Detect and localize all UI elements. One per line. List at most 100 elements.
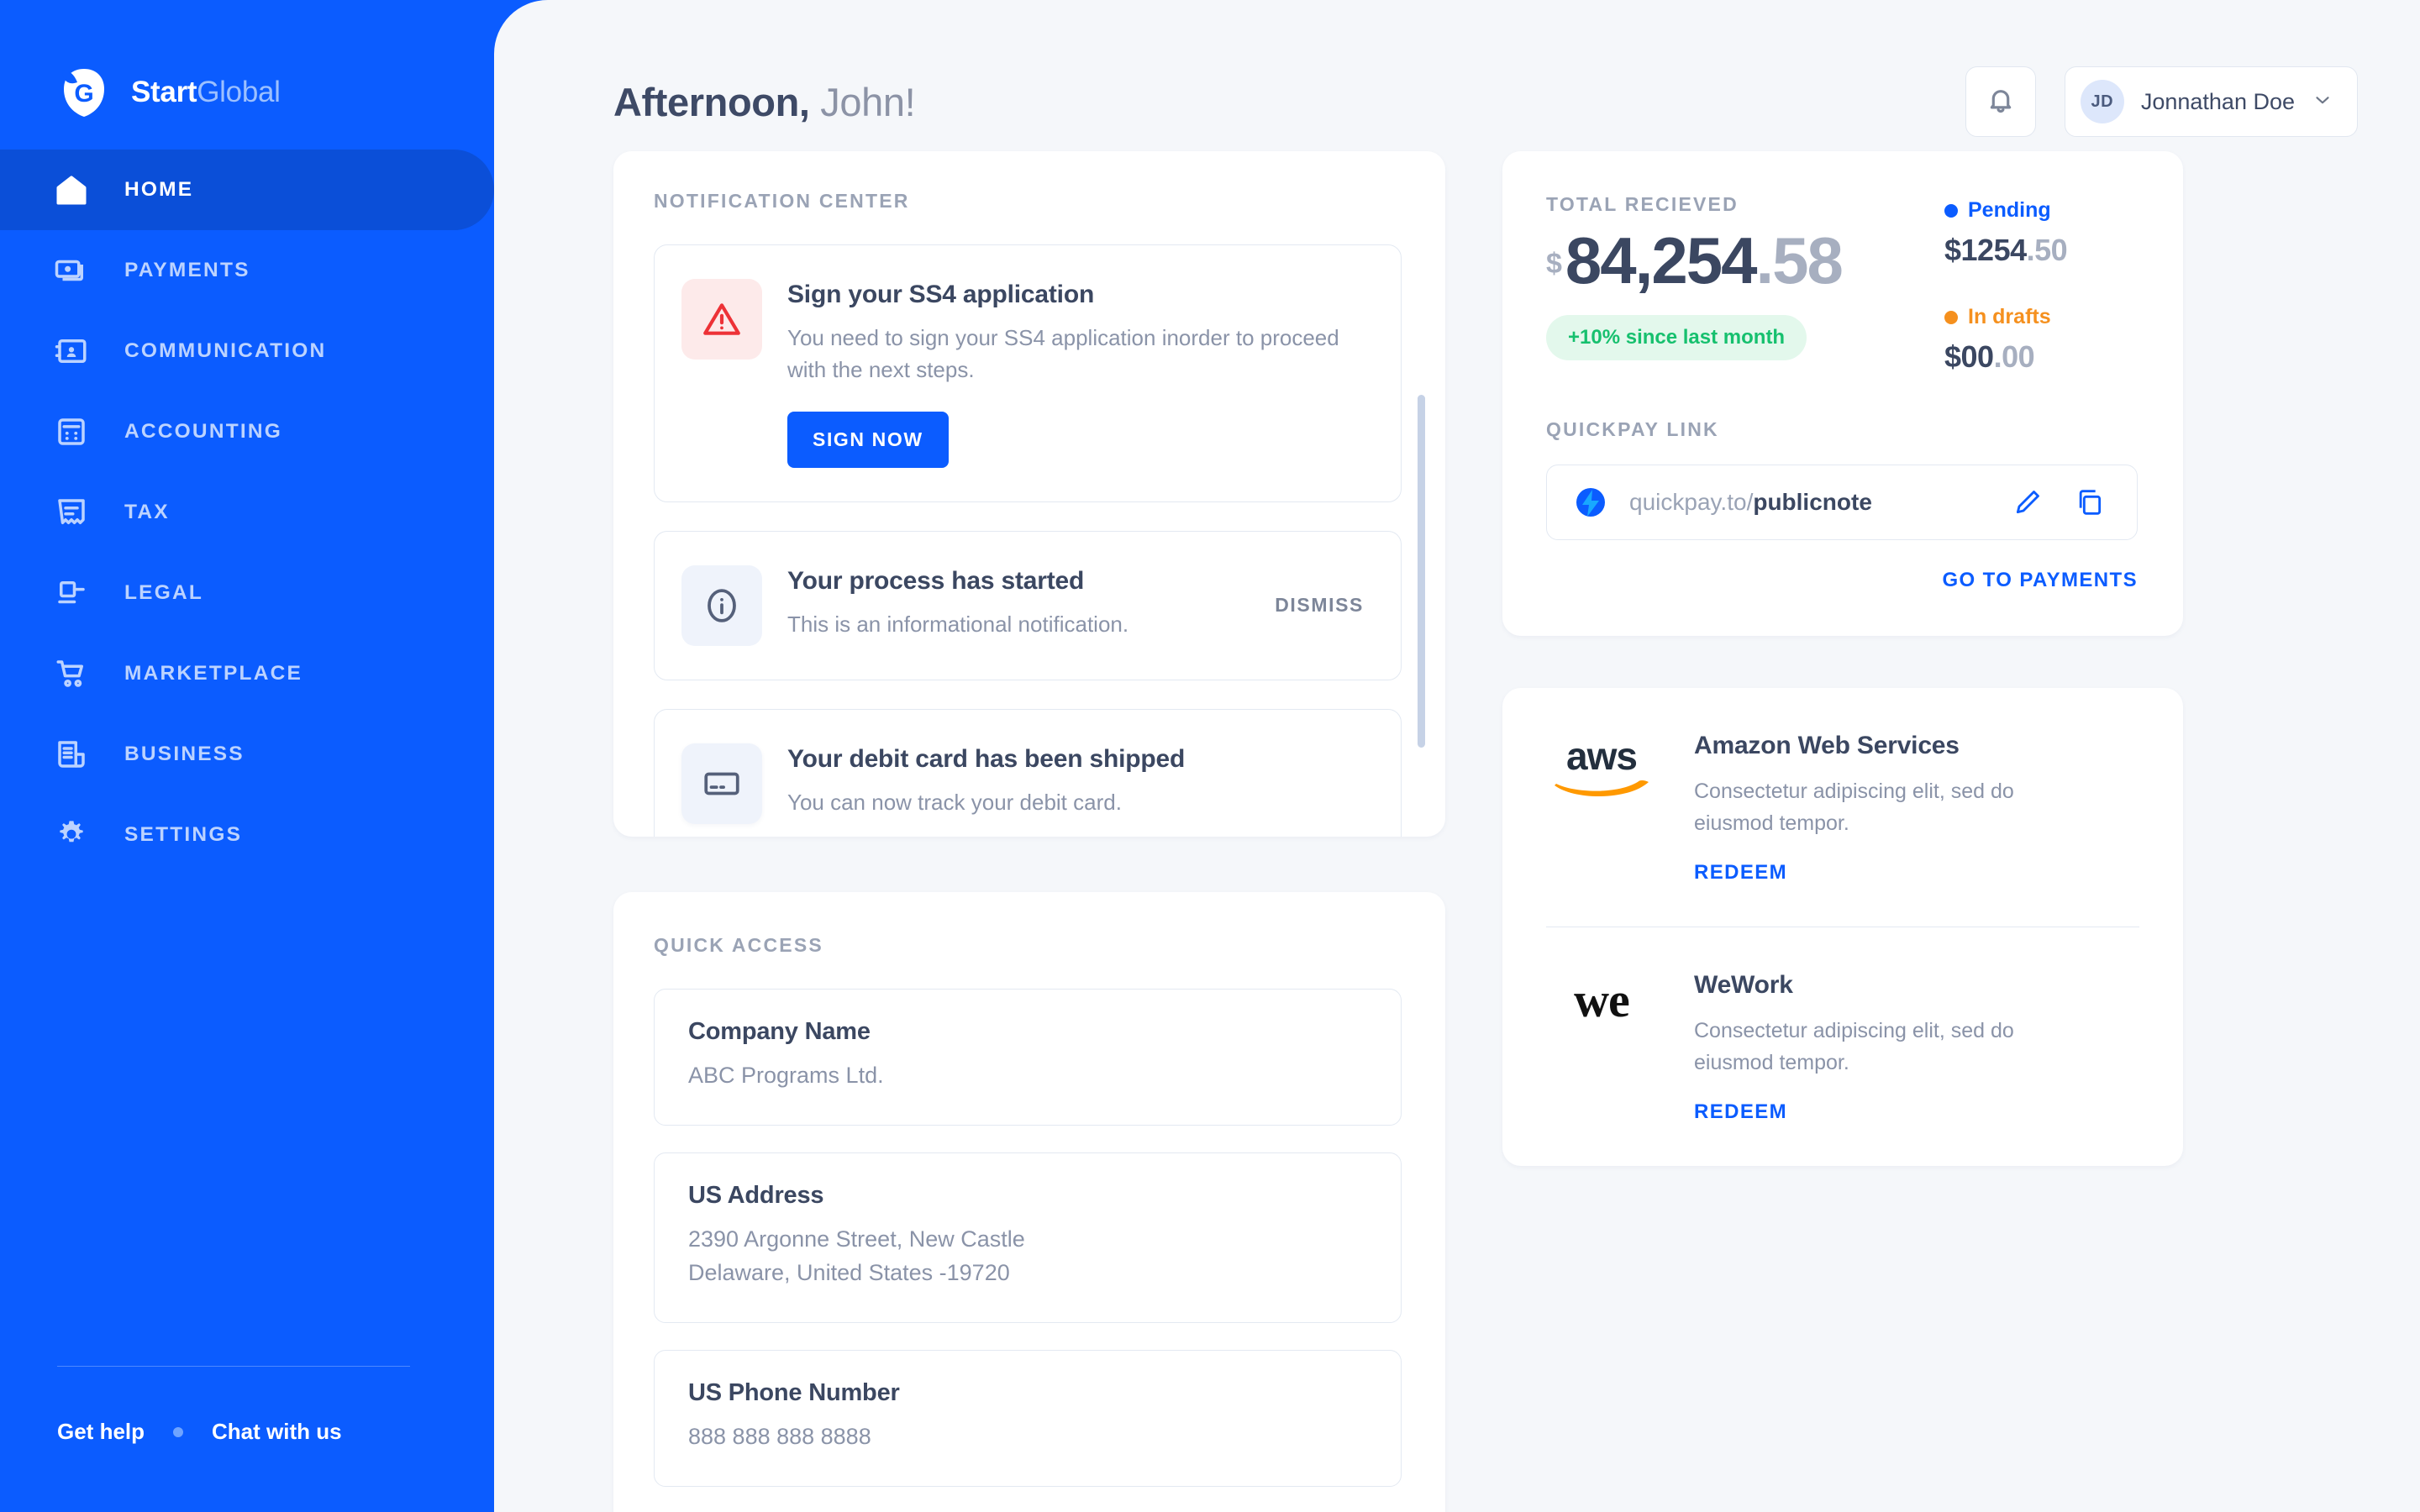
receipt-icon (52, 493, 91, 532)
quickpay-link-field[interactable]: quickpay.to/publicnote (1546, 465, 2138, 540)
business-doc-icon (52, 735, 91, 774)
left-column: NOTIFICATION CENTER Sign your SS4 applic… (613, 151, 1445, 1512)
sidebar-item-label: COMMUNICATION (124, 339, 327, 362)
dashboard-root: G StartGlobal HOME PAYMENTS COMMUNICATIO… (0, 0, 2420, 1512)
stat-drafts-head: In drafts (1944, 305, 2138, 329)
notification-scrollbar[interactable] (1418, 395, 1425, 748)
brand-name-bold: Start (131, 76, 197, 108)
quickpay-url: quickpay.to/publicnote (1629, 489, 1987, 516)
page-title: Afternoon, John! (613, 79, 916, 125)
user-menu[interactable]: JD Jonnathan Doe (2064, 66, 2358, 137)
copy-icon[interactable] (2068, 480, 2112, 524)
offer-title: Amazon Web Services (1694, 732, 1960, 759)
stat-pending-main: $1254 (1944, 233, 2027, 267)
banknotes-icon (52, 251, 91, 290)
sidebar-item-payments[interactable]: PAYMENTS (0, 230, 494, 311)
offer-body: Amazon Web Services Consectetur adipisci… (1694, 732, 2047, 885)
brand-logo[interactable]: G StartGlobal (0, 0, 494, 134)
stat-drafts-main: $00 (1944, 339, 1994, 374)
notification-item[interactable]: Your debit card has been shipped You can… (654, 708, 1402, 837)
sidebar-item-business[interactable]: BUSINESS (0, 714, 494, 795)
notification-center-label: NOTIFICATION CENTER (654, 190, 910, 212)
notification-title: Your process has started (787, 566, 1085, 595)
notification-item[interactable]: Your process has started This is an info… (654, 530, 1402, 680)
quickpay-label: QUICKPAY LINK (1546, 418, 1719, 440)
sidebar-item-label: ACCOUNTING (124, 420, 283, 443)
redeem-button[interactable]: REDEEM (1694, 861, 1787, 885)
offer-description: Consectetur adipiscing elit, sed do eius… (1694, 1019, 2014, 1074)
sidebar-item-communication[interactable]: COMMUNICATION (0, 311, 494, 391)
sign-now-button[interactable]: SIGN NOW (787, 411, 949, 468)
notification-actions: SIGN NOW (787, 411, 1364, 468)
topbar: Afternoon, John! JD Jonnathan Doe (494, 0, 2420, 151)
topbar-actions: JD Jonnathan Doe (1965, 66, 2358, 137)
right-column: TOTAL RECIEVED $ 84,254 .58 +10% since l… (1502, 151, 2183, 1166)
sidebar-item-accounting[interactable]: ACCOUNTING (0, 391, 494, 472)
stat-pending-value: $1254.50 (1944, 233, 2138, 268)
aws-logo-icon: aws (1546, 732, 1657, 885)
quick-access-item-value: 2390 Argonne Street, New Castle Delaware… (688, 1226, 1025, 1285)
aws-logo-text: aws (1566, 734, 1638, 778)
stat-drafts-value: $00.00 (1944, 339, 2138, 375)
chat-with-us-link[interactable]: Chat with us (212, 1419, 342, 1445)
quick-access-item-company-name[interactable]: Company Name ABC Programs Ltd. (654, 989, 1402, 1126)
sidebar-item-label: PAYMENTS (124, 259, 250, 281)
amount-decimal: .58 (1755, 223, 1844, 297)
notification-description: This is an informational notification. (787, 611, 1129, 637)
avatar: JD (2080, 80, 2124, 123)
notification-title: Sign your SS4 application (787, 281, 1095, 308)
sidebar-item-settings[interactable]: SETTINGS (0, 795, 494, 875)
debit-card-icon (681, 743, 762, 824)
chevron-down-icon (2312, 89, 2333, 115)
offer-item-wework: we WeWork Consectetur adipiscing elit, s… (1546, 927, 2139, 1166)
sidebar-item-legal[interactable]: LEGAL (0, 553, 494, 633)
quickpay-url-prefix: quickpay.to/ (1629, 489, 1754, 515)
quick-access-item-label: Company Name (688, 1018, 871, 1045)
quick-access-label: QUICK ACCESS (654, 934, 823, 956)
offer-body: WeWork Consectetur adipiscing elit, sed … (1694, 971, 2047, 1124)
sidebar-item-label: SETTINGS (124, 823, 243, 846)
sidebar-item-marketplace[interactable]: MARKETPLACE (0, 633, 494, 714)
sidebar-divider (57, 1366, 410, 1367)
notification-description: You need to sign your SS4 application in… (787, 325, 1339, 382)
pencil-icon[interactable] (2006, 480, 2049, 524)
notifications-button[interactable] (1965, 66, 2036, 137)
stat-pending: Pending $1254.50 (1944, 198, 2138, 268)
sidebar-item-label: TAX (124, 501, 170, 523)
get-help-link[interactable]: Get help (57, 1419, 145, 1445)
go-to-payments-link[interactable]: GO TO PAYMENTS (1546, 569, 2138, 592)
currency-symbol: $ (1546, 248, 1562, 280)
redeem-button[interactable]: REDEEM (1694, 1100, 1787, 1124)
sidebar-item-tax[interactable]: TAX (0, 472, 494, 553)
dismiss-button[interactable]: DISMISS (1275, 594, 1364, 617)
notification-item[interactable]: Sign your SS4 application You need to si… (654, 244, 1402, 502)
sidebar-item-label: MARKETPLACE (124, 662, 303, 685)
quick-access-card: QUICK ACCESS Company Name ABC Programs L… (613, 892, 1445, 1512)
notification-title: Your debit card has been shipped (787, 744, 1186, 773)
quick-access-item-label: US Address (688, 1181, 824, 1209)
quick-access-list: Company Name ABC Programs Ltd. US Addres… (654, 989, 1402, 1487)
warning-triangle-icon (681, 279, 762, 360)
sidebar: G StartGlobal HOME PAYMENTS COMMUNICATIO… (0, 0, 494, 1512)
quick-access-item-us-address[interactable]: US Address 2390 Argonne Street, New Cast… (654, 1152, 1402, 1323)
offer-item-aws: aws Amazon Web Services Consectetur adip… (1546, 688, 2139, 927)
total-received-amount: $ 84,254 .58 (1546, 228, 1944, 293)
notification-body: Your process has started This is an info… (787, 565, 1275, 646)
bell-icon (1985, 84, 2017, 120)
stat-pending-cents: .50 (2026, 233, 2068, 267)
home-icon (52, 171, 91, 209)
notification-body: Sign your SS4 application You need to si… (787, 279, 1364, 468)
offers-card: aws Amazon Web Services Consectetur adip… (1502, 688, 2183, 1166)
sidebar-item-label: HOME (124, 178, 194, 201)
svg-text:G: G (74, 80, 93, 108)
stat-drafts: In drafts $00.00 (1944, 305, 2138, 375)
info-circle-icon (681, 564, 762, 646)
sidebar-nav: HOME PAYMENTS COMMUNICATION ACCOUNTING T… (0, 150, 494, 875)
quick-access-item-us-phone-number[interactable]: US Phone Number 888 888 888 8888 (654, 1349, 1402, 1487)
brand-text: StartGlobal (131, 76, 281, 109)
separator-dot-icon (173, 1426, 184, 1437)
total-received-card: TOTAL RECIEVED $ 84,254 .58 +10% since l… (1502, 151, 2183, 636)
sidebar-item-home[interactable]: HOME (0, 150, 494, 230)
sidebar-footer-links: Get help Chat with us (57, 1419, 437, 1445)
legal-node-icon (52, 574, 91, 612)
